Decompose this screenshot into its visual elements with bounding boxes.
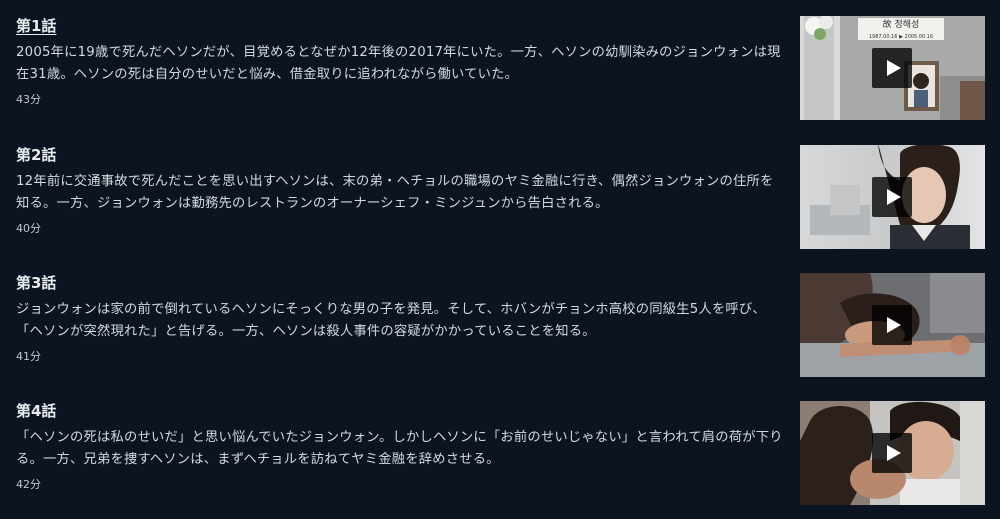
episode-thumbnail[interactable] (800, 145, 985, 249)
episode-title[interactable]: 第3話 (16, 273, 56, 293)
episode-title[interactable]: 第1話 (16, 16, 56, 36)
episode-description: 12年前に交通事故で死んだことを思い出すヘソンは、末の弟・ヘチョルの職場のヤミ金… (16, 174, 774, 211)
episode-description: 「ヘソンの死は私のせいだ」と思い悩んでいたジョンウォン。しかしヘソンに「お前のせ… (16, 430, 783, 467)
episode-duration: 41分 (16, 350, 41, 363)
episode-duration: 43分 (16, 93, 41, 106)
play-button[interactable] (872, 48, 912, 88)
episode-thumbnail[interactable] (800, 401, 985, 505)
thumbnail-plaque-text: 故 정해성 1987.00.16 ▶ 2005.00.16 (860, 20, 942, 43)
plaque-dates: 1987.00.16 ▶ 2005.00.16 (868, 34, 934, 40)
episode-description: ジョンウォンは家の前で倒れているヘソンにそっくりな男の子を発見。そして、ホバンが… (16, 302, 766, 339)
play-icon (887, 189, 901, 205)
episode-item: 第1話 2005年に19歳で死んだヘソンだが、目覚めるとなぜか12年後の2017… (0, 16, 1000, 126)
play-button[interactable] (872, 433, 912, 473)
play-button[interactable] (872, 305, 912, 345)
play-icon (887, 445, 901, 461)
plaque-name: 故 정해성 (882, 20, 920, 30)
play-button[interactable] (872, 177, 912, 217)
episode-duration: 42分 (16, 478, 41, 491)
episode-thumbnail[interactable] (800, 273, 985, 377)
episode-title[interactable]: 第2話 (16, 145, 56, 165)
episode-title[interactable]: 第4話 (16, 401, 56, 421)
play-icon (887, 60, 901, 76)
episode-item: 第3話 ジョンウォンは家の前で倒れているヘソンにそっくりな男の子を発見。そして、… (0, 273, 1000, 383)
episode-description: 2005年に19歳で死んだヘソンだが、目覚めるとなぜか12年後の2017年にいた… (16, 45, 781, 82)
episode-thumbnail[interactable]: 故 정해성 1987.00.16 ▶ 2005.00.16 (800, 16, 985, 120)
episode-item: 第2話 12年前に交通事故で死んだことを思い出すヘソンは、末の弟・ヘチョルの職場… (0, 145, 1000, 255)
episode-item: 第4話 「ヘソンの死は私のせいだ」と思い悩んでいたジョンウォン。しかしヘソンに「… (0, 401, 1000, 511)
play-icon (887, 317, 901, 333)
episode-duration: 40分 (16, 222, 41, 235)
episode-list: 第1話 2005年に19歳で死んだヘソンだが、目覚めるとなぜか12年後の2017… (0, 0, 1000, 519)
